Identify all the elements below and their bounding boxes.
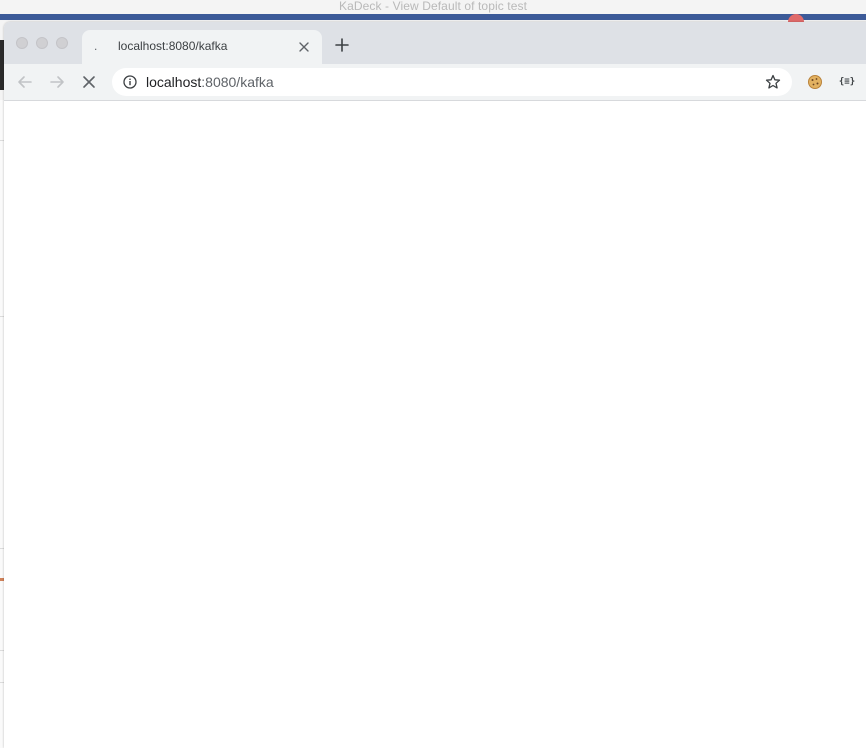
background-window-title: KaDeck - View Default of topic test [338,0,528,13]
screen: KaDeck - View Default of topic test . lo… [0,0,866,748]
arrow-left-icon[interactable] [16,73,34,91]
address-url[interactable]: localhost:8080/kafka [146,74,274,90]
address-bar[interactable]: localhost:8080/kafka [112,68,792,96]
url-host: localhost [146,74,202,90]
star-icon[interactable] [764,73,782,91]
url-path: :8080/kafka [201,74,274,90]
browser-window: . localhost:8080/kafka localhost:8080/ka… [4,22,866,748]
window-minimize-button[interactable] [36,37,48,49]
browser-toolbar: localhost:8080/kafka {≡} [4,64,866,101]
stop-loading-icon[interactable] [80,73,98,91]
info-icon[interactable] [122,74,138,90]
page-viewport [4,101,866,748]
plus-icon[interactable] [334,37,350,53]
tab-localhost-kafka[interactable]: . localhost:8080/kafka [82,30,322,64]
close-icon[interactable] [296,39,312,55]
window-close-button[interactable] [16,37,28,49]
tab-title: localhost:8080/kafka [118,39,228,53]
cookie-icon[interactable] [806,73,824,91]
tab-favicon: . [94,39,98,53]
window-zoom-button[interactable] [56,37,68,49]
json-formatter-extension-icon[interactable]: {≡} [836,74,858,90]
arrow-right-icon[interactable] [48,73,66,91]
background-window-header-bar [0,14,866,20]
tab-strip: . localhost:8080/kafka [4,22,866,64]
